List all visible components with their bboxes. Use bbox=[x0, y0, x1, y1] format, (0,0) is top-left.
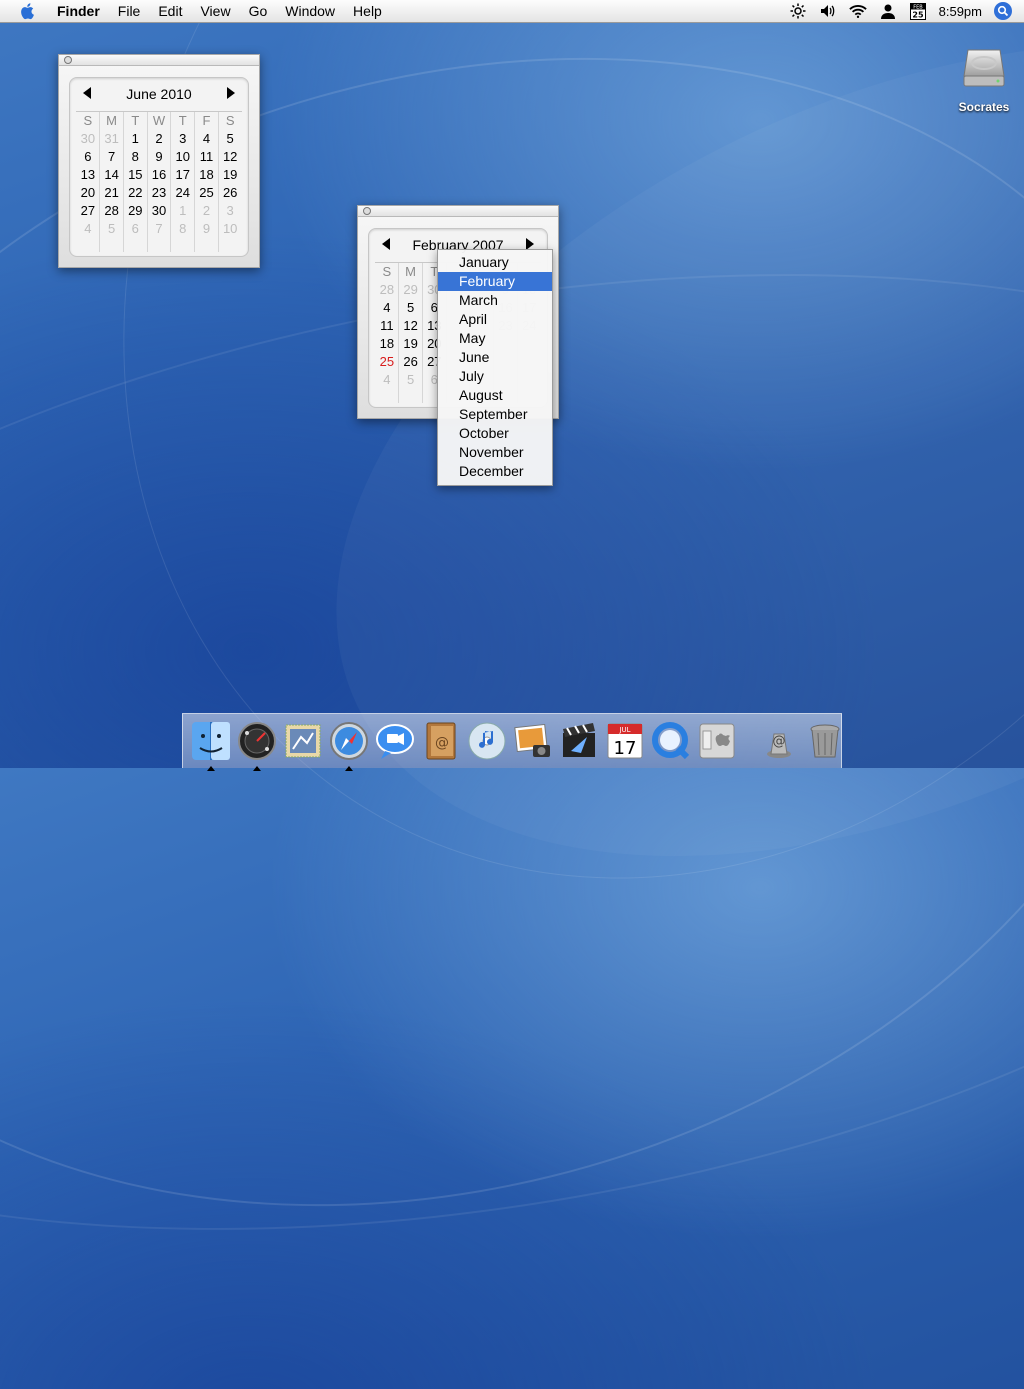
date-badge-icon[interactable]: FEB 25 bbox=[909, 2, 927, 20]
widget-close-button[interactable] bbox=[64, 56, 72, 64]
dashboard-icon[interactable] bbox=[237, 720, 277, 771]
month-option-april[interactable]: April bbox=[438, 310, 552, 329]
menu-edit[interactable]: Edit bbox=[149, 0, 191, 22]
calendar-grid: SMTWTFS 30 31 1 2 3 4 5 6 7 8 9 10 11 12 13 14 15 16 17 1… bbox=[76, 111, 242, 252]
week-row: 30 31 1 2 3 4 5 bbox=[80, 131, 234, 146]
running-indicator bbox=[345, 766, 353, 771]
month-option-july[interactable]: July bbox=[438, 367, 552, 386]
safari-icon[interactable] bbox=[329, 720, 369, 771]
month-option-february[interactable]: February bbox=[438, 272, 552, 291]
address-book-icon[interactable]: @ bbox=[421, 720, 461, 762]
next-month-arrow-icon[interactable] bbox=[227, 87, 235, 99]
calendar-widget-june[interactable]: June 2010 SMTWTFS 30 31 1 2 3 4 5 6 7 8 9 10 11 12 1… bbox=[58, 54, 260, 268]
svg-text:25: 25 bbox=[912, 10, 924, 19]
hard-drive-icon bbox=[962, 46, 1006, 88]
weekday-row: SMTWTFS bbox=[83, 113, 235, 128]
menu-help[interactable]: Help bbox=[344, 0, 391, 22]
system-preferences-icon[interactable] bbox=[697, 720, 737, 762]
prev-month-arrow-icon[interactable] bbox=[83, 87, 91, 99]
desktop-drive[interactable]: Socrates bbox=[948, 46, 1020, 114]
week-row: 13 14 15 16 17 18 19 bbox=[80, 167, 238, 182]
week-row: 27 28 29 30 1 2 3 bbox=[80, 203, 234, 218]
month-option-november[interactable]: November bbox=[438, 443, 552, 462]
wifi-icon[interactable] bbox=[848, 2, 867, 20]
week-row: 6 7 8 9 10 11 12 bbox=[84, 149, 238, 164]
menu-bar: Finder File Edit View Go Window Help FEB… bbox=[0, 0, 1024, 23]
svg-text:17: 17 bbox=[614, 738, 637, 759]
month-option-september[interactable]: September bbox=[438, 405, 552, 424]
menu-view[interactable]: View bbox=[191, 0, 239, 22]
svg-text:@: @ bbox=[773, 734, 786, 749]
month-option-march[interactable]: March bbox=[438, 291, 552, 310]
ichat-icon[interactable] bbox=[375, 720, 415, 762]
calendar-header: June 2010 bbox=[70, 78, 248, 108]
today-date: 25 bbox=[379, 354, 395, 369]
widget-close-button[interactable] bbox=[363, 207, 371, 215]
svg-text:JUL: JUL bbox=[618, 726, 630, 734]
iphoto-icon[interactable] bbox=[513, 720, 553, 762]
volume-icon[interactable] bbox=[819, 2, 837, 20]
downloads-stack-icon[interactable]: @ bbox=[759, 720, 799, 762]
svg-text:@: @ bbox=[435, 735, 449, 751]
itunes-icon[interactable] bbox=[467, 720, 507, 762]
menu-file[interactable]: File bbox=[109, 0, 150, 22]
month-option-august[interactable]: August bbox=[438, 386, 552, 405]
ical-icon[interactable]: JUL 17 bbox=[605, 720, 645, 762]
month-popup-menu[interactable]: January February March April May June Ju… bbox=[437, 249, 553, 486]
running-indicator bbox=[207, 766, 215, 771]
menu-go[interactable]: Go bbox=[240, 0, 277, 22]
month-option-june[interactable]: June bbox=[438, 348, 552, 367]
trash-icon[interactable] bbox=[805, 720, 845, 762]
running-indicator bbox=[253, 766, 261, 771]
quicktime-icon[interactable] bbox=[651, 720, 691, 762]
finder-icon[interactable] bbox=[191, 720, 231, 771]
widget-titlebar[interactable] bbox=[59, 55, 259, 66]
drive-label: Socrates bbox=[958, 100, 1010, 114]
month-option-october[interactable]: October bbox=[438, 424, 552, 443]
imovie-icon[interactable] bbox=[559, 720, 599, 762]
month-option-january[interactable]: January bbox=[438, 253, 552, 272]
menu-finder[interactable]: Finder bbox=[48, 0, 109, 22]
prev-month-arrow-icon[interactable] bbox=[382, 238, 390, 250]
menu-window[interactable]: Window bbox=[276, 0, 344, 22]
month-option-may[interactable]: May bbox=[438, 329, 552, 348]
calendar-face: June 2010 SMTWTFS 30 31 1 2 3 4 5 6 7 8 9 10 11 12 1… bbox=[69, 77, 249, 257]
spotlight-search-icon[interactable] bbox=[994, 2, 1012, 20]
widget-titlebar[interactable] bbox=[358, 206, 558, 217]
calendar-month-year[interactable]: June 2010 bbox=[126, 86, 191, 102]
week-row: 20 21 22 23 24 25 26 bbox=[80, 185, 238, 200]
week-row: 4 5 6 7 8 9 10 bbox=[84, 221, 238, 236]
dock: @ JUL 17 @ bbox=[182, 713, 845, 771]
month-option-december[interactable]: December bbox=[438, 462, 552, 481]
menubar-clock[interactable]: 8:59pm bbox=[939, 4, 982, 19]
mail-icon[interactable] bbox=[283, 720, 323, 762]
apple-logo-icon[interactable] bbox=[18, 2, 36, 20]
brightness-icon[interactable] bbox=[789, 2, 807, 20]
user-icon[interactable] bbox=[879, 2, 897, 20]
